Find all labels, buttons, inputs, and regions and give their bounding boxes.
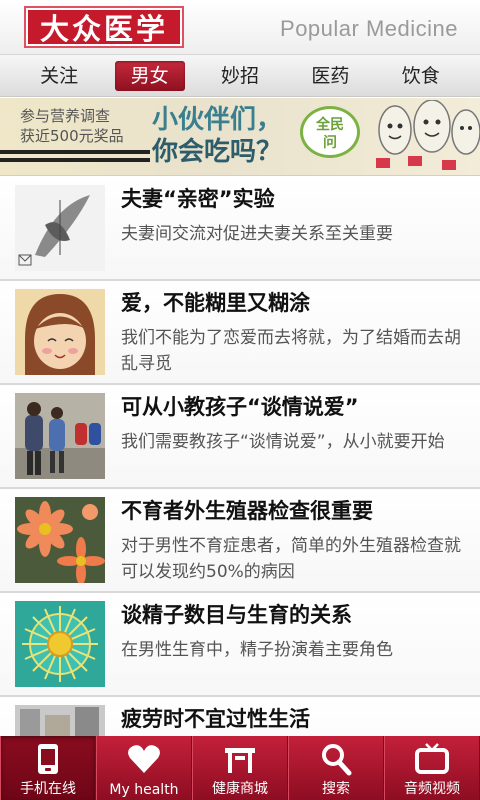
banner-survey-text: 参与营养调查 获近500元奖品 <box>20 107 124 145</box>
tab-label: 健康商城 <box>212 781 268 797</box>
cartoon-figures-graphic <box>376 100 480 170</box>
article-thumbnail <box>15 705 105 736</box>
article-thumbnail <box>15 289 105 375</box>
article-title: 可从小教孩子“谈情说爱” <box>121 395 359 419</box>
tab-label: My health <box>109 782 179 798</box>
category-nav: 关注 男女 妙招 医药 饮食 <box>0 55 480 97</box>
article-description: 我们需要教孩子“谈情说爱”，从小就要开始 <box>121 432 445 452</box>
article-description: 在男性生育中，精子扮演着主要角色 <box>121 640 393 660</box>
list-item[interactable]: 谈精子数目与生育的关系 在男性生育中，精子扮演着主要角色 <box>0 593 480 697</box>
tab-search[interactable]: 搜索 <box>288 736 384 800</box>
tab-audio-video[interactable]: 音频视频 <box>384 736 480 800</box>
chopsticks-graphic <box>0 158 150 162</box>
list-item[interactable]: 不育者外生殖器检查很重要 对于男性不育症患者，简单的外生殖器检查就可以发现约50… <box>0 489 480 593</box>
heart-icon <box>128 745 160 773</box>
tab-my-health[interactable]: My health <box>96 736 192 800</box>
article-title: 爱，不能糊里又糊涂 <box>121 291 310 315</box>
tab-nannv[interactable]: 男女 <box>114 60 185 91</box>
tab-label: 搜索 <box>322 781 350 797</box>
shop-icon <box>225 748 255 773</box>
article-thumbnail <box>15 497 105 583</box>
tab-mobile-online[interactable]: 手机在线 <box>0 736 96 800</box>
list-item[interactable]: 爱，不能糊里又糊涂 我们不能为了恋爱而去将就，为了结婚而去胡乱寻觅 <box>0 281 480 385</box>
app-logo[interactable]: 大众医学 <box>24 6 184 48</box>
tab-label: 音频视频 <box>404 781 460 797</box>
bottom-tab-bar: 手机在线 My health 健康商城 搜索 音频视频 <box>0 736 480 800</box>
phone-icon <box>38 744 58 774</box>
chopsticks-graphic <box>0 150 150 154</box>
tv-icon <box>415 743 449 774</box>
app-header: 大众医学 Popular Medicine <box>0 0 480 55</box>
article-description: 我们不能为了恋爱而去将就，为了结婚而去胡乱寻觅 <box>121 328 461 374</box>
list-item[interactable]: 夫妻“亲密”实验 夫妻间交流对促进夫妻关系至关重要 <box>0 177 480 281</box>
article-title: 不育者外生殖器检查很重要 <box>121 499 373 523</box>
tab-health-shop[interactable]: 健康商城 <box>192 736 288 800</box>
article-thumbnail <box>15 601 105 687</box>
tab-miaozhao[interactable]: 妙招 <box>205 61 275 91</box>
tab-yiyao[interactable]: 医药 <box>295 61 365 91</box>
promo-banner[interactable]: 参与营养调查 获近500元奖品 小伙伴们， 你会吃吗？ 全民 问 <box>0 98 480 176</box>
article-list: 夫妻“亲密”实验 夫妻间交流对促进夫妻关系至关重要 爱，不能糊里又糊涂 我们不能… <box>0 177 480 736</box>
article-thumbnail <box>15 393 105 479</box>
tab-label: 手机在线 <box>20 781 76 797</box>
article-description: 夫妻间交流对促进夫妻关系至关重要 <box>121 224 393 244</box>
list-item[interactable]: 可从小教孩子“谈情说爱” 我们需要教孩子“谈情说爱”，从小就要开始 <box>0 385 480 489</box>
banner-badge: 全民 问 <box>300 106 360 158</box>
article-description: 对于男性不育症患者，简单的外生殖器检查就可以发现约50%的病因 <box>121 536 461 582</box>
app-subtitle: Popular Medicine <box>280 16 458 41</box>
banner-headline: 小伙伴们， 你会吃吗？ <box>152 105 283 167</box>
tab-yinshi[interactable]: 饮食 <box>386 61 456 91</box>
article-title: 夫妻“亲密”实验 <box>121 187 275 211</box>
list-item[interactable]: 疲劳时不宜过性生活 <box>0 697 480 736</box>
search-icon <box>322 744 352 776</box>
article-thumbnail <box>15 185 105 271</box>
article-title: 疲劳时不宜过性生活 <box>121 707 310 731</box>
tab-guanzhu[interactable]: 关注 <box>24 61 94 91</box>
article-title: 谈精子数目与生育的关系 <box>121 603 352 627</box>
